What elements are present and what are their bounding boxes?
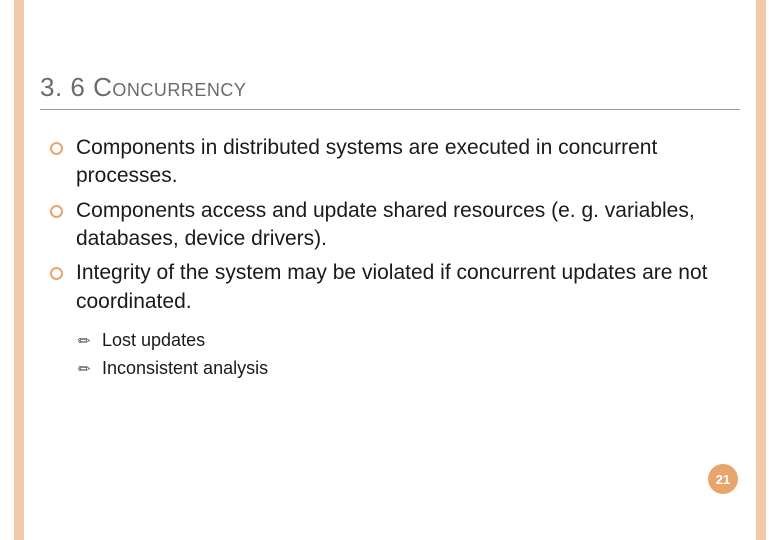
bullet-text: Components in distributed systems are ex… — [76, 136, 657, 187]
slide: 3. 6 Concurrency Components in distribut… — [0, 0, 780, 540]
slide-content: 3. 6 Concurrency Components in distribut… — [40, 72, 740, 385]
title-text: Concurrency — [93, 72, 246, 102]
bullet-item: Components access and update shared reso… — [50, 197, 740, 254]
bullet-text: Integrity of the system may be violated … — [76, 261, 708, 312]
sub-bullet-text: Inconsistent analysis — [102, 358, 268, 378]
decorative-stripe-left — [14, 0, 24, 540]
page-number-badge: 21 — [708, 464, 738, 494]
sub-bullet-item: ✏ Inconsistent analysis — [78, 356, 740, 380]
bullet-item: Components in distributed systems are ex… — [50, 134, 740, 191]
sub-bullet-item: ✏ Lost updates — [78, 328, 740, 352]
title-number: 3. 6 — [40, 72, 85, 102]
page-number: 21 — [716, 472, 730, 487]
bullet-text: Components access and update shared reso… — [76, 199, 695, 250]
sub-bullet-icon: ✏ — [78, 360, 91, 380]
sub-bullet-list: ✏ Lost updates ✏ Inconsistent analysis — [40, 328, 740, 381]
sub-bullet-text: Lost updates — [102, 330, 205, 350]
slide-title: 3. 6 Concurrency — [40, 72, 740, 110]
bullet-list: Components in distributed systems are ex… — [40, 134, 740, 316]
sub-bullet-icon: ✏ — [78, 332, 91, 352]
bullet-item: Integrity of the system may be violated … — [50, 259, 740, 316]
decorative-stripe-right — [756, 0, 766, 540]
